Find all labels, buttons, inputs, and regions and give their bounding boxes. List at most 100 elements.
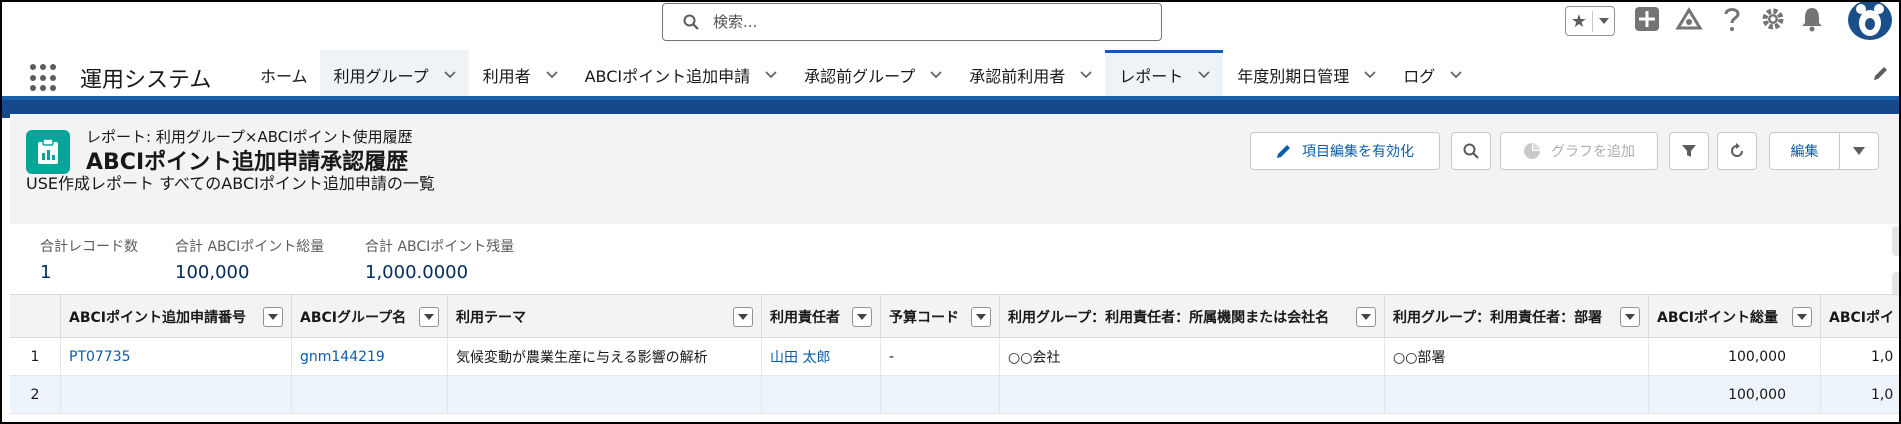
row-number: 2 — [30, 387, 40, 403]
column-label: ABCIポイント総量 — [1657, 310, 1778, 326]
summary-label: 合計レコード数 — [40, 239, 138, 255]
column-menu-icon[interactable] — [852, 307, 872, 327]
chevron-down-icon[interactable] — [545, 68, 559, 82]
column-label: 利用テーマ — [456, 310, 526, 326]
summary-value: 1,000.0000 — [365, 262, 469, 283]
edit-nav-pencil-icon[interactable] — [1872, 64, 1890, 82]
summary-remaining-points: 合計 ABCIポイント残量 1,000.0000 — [365, 236, 514, 283]
tab-fiscal-deadlines[interactable]: 年度別期日管理 — [1223, 50, 1389, 96]
chevron-down-icon[interactable] — [929, 68, 943, 82]
table-cell: - — [880, 338, 999, 376]
group-name-link[interactable]: gnm144219 — [291, 338, 447, 376]
report-table: ABCIポイント追加申請番号 ABCIグループ名 利用テーマ 利用責任者 予算コ… — [10, 294, 1901, 424]
report-header: レポート: 利用グループ×ABCIポイント使用履歴 ABCIポイント追加申請承認… — [10, 114, 1901, 224]
owner-link[interactable]: 山田 太郎 — [761, 338, 880, 376]
table-cell: 100,000 — [1648, 338, 1820, 376]
enable-field-edit-button[interactable]: 項目編集を有効化 — [1250, 132, 1440, 170]
table-cell — [880, 376, 999, 414]
search-icon — [1463, 143, 1479, 159]
report-icon — [26, 130, 70, 174]
column-menu-icon[interactable] — [1792, 307, 1812, 327]
tab-users[interactable]: 利用者 — [469, 50, 571, 96]
search-icon — [683, 14, 699, 30]
column-header[interactable]: ABCIグループ名 — [291, 295, 447, 339]
global-header: ★ — [0, 0, 1901, 50]
tab-label: 承認前利用者 — [969, 66, 1066, 86]
search-report-button[interactable] — [1451, 132, 1491, 170]
column-label: 利用責任者 — [770, 310, 840, 326]
report-page: レポート: 利用グループ×ABCIポイント使用履歴 ABCIポイント追加申請承認… — [10, 114, 1901, 424]
summary-value: 1 — [40, 262, 52, 283]
tab-logs[interactable]: ログ — [1389, 50, 1475, 96]
column-header[interactable]: 利用責任者 — [761, 295, 880, 339]
chevron-down-icon[interactable] — [443, 68, 457, 82]
tab-user-groups[interactable]: 利用グループ — [319, 50, 469, 96]
chevron-down-icon[interactable] — [1449, 68, 1463, 82]
app-launcher-icon[interactable] — [30, 64, 58, 92]
edit-button[interactable]: 編集 — [1769, 132, 1840, 170]
tab-home[interactable]: ホーム — [246, 50, 320, 96]
star-icon[interactable]: ★ — [1566, 10, 1593, 32]
table-cell: ○○部署 — [1384, 338, 1648, 376]
table-row[interactable]: 1 PT07735 gnm144219 気候変動が農業生産に与える影響の解析 山… — [10, 338, 1901, 376]
chevron-down-icon[interactable] — [1197, 68, 1211, 82]
chevron-down-icon[interactable] — [1363, 68, 1377, 82]
report-summary: 合計レコード数 1 合計 ABCIポイント総量 100,000 合計 ABCIポ… — [10, 224, 1901, 294]
summary-value: 100,000 — [175, 262, 250, 283]
column-menu-icon[interactable] — [419, 307, 439, 327]
column-header[interactable]: 利用グループ：利用責任者：所属機関または会社名 — [999, 295, 1384, 339]
column-label: ABCIグループ名 — [300, 310, 407, 326]
column-header[interactable]: ABCIポイント追加申請番号 — [60, 295, 291, 339]
tab-label: レポート — [1119, 66, 1184, 86]
tab-reports[interactable]: レポート — [1105, 50, 1224, 96]
help-button[interactable] — [1722, 6, 1742, 32]
tab-label: 承認前グループ — [804, 66, 916, 86]
nav-tabs: ホーム 利用グループ 利用者 ABCIポイント追加申請 承認前グループ 承認前利… — [246, 50, 1475, 96]
trailhead-button[interactable] — [1675, 6, 1703, 32]
column-menu-icon[interactable] — [971, 307, 991, 327]
clipboard-icon — [38, 138, 58, 164]
tab-abci-point-requests[interactable]: ABCIポイント追加申請 — [571, 50, 791, 96]
column-menu-icon[interactable] — [263, 307, 283, 327]
chart-icon — [1524, 143, 1540, 159]
button-label: 編集 — [1790, 144, 1819, 160]
column-header[interactable]: 利用テーマ — [447, 295, 761, 339]
setup-button[interactable] — [1760, 6, 1786, 32]
chevron-down-icon[interactable] — [764, 68, 778, 82]
favorites-dropdown[interactable] — [1593, 18, 1614, 24]
column-menu-icon[interactable] — [733, 307, 753, 327]
column-header[interactable]: 利用グループ：利用責任者：部署 — [1384, 295, 1648, 339]
chevron-down-icon[interactable] — [1079, 68, 1093, 82]
bell-icon — [1802, 8, 1822, 32]
button-label: グラフを追加 — [1551, 144, 1635, 160]
table-cell: ○○会社 — [999, 338, 1384, 376]
table-cell: 1,0 — [1820, 338, 1901, 376]
refresh-button[interactable] — [1717, 132, 1757, 170]
column-header[interactable]: 予算コード — [880, 295, 999, 339]
side-panel-handle[interactable] — [1892, 226, 1901, 256]
filter-button[interactable] — [1669, 132, 1709, 170]
refresh-icon — [1731, 143, 1743, 157]
column-header[interactable]: ABCIポイ — [1820, 295, 1901, 339]
add-chart-button[interactable]: グラフを追加 — [1500, 132, 1658, 170]
column-menu-icon[interactable] — [1620, 307, 1640, 327]
request-number-link[interactable]: PT07735 — [60, 338, 291, 376]
edit-menu-button[interactable] — [1839, 132, 1879, 170]
table-row[interactable]: 2 100,000 1,0 — [10, 376, 1901, 414]
gear-icon — [1762, 8, 1784, 30]
avatar-icon — [1856, 4, 1884, 36]
favorites-button[interactable]: ★ — [1565, 6, 1615, 36]
tab-pending-groups[interactable]: 承認前グループ — [790, 50, 955, 96]
column-menu-icon[interactable] — [1356, 307, 1376, 327]
app-navigation: 運用システム ホーム 利用グループ 利用者 ABCIポイント追加申請 承認前グル… — [0, 50, 1901, 100]
search-input[interactable] — [713, 13, 1113, 31]
global-search[interactable] — [662, 3, 1162, 41]
table-cell: 気候変動が農業生産に与える影響の解析 — [447, 338, 761, 376]
tab-label: 年度別期日管理 — [1237, 66, 1350, 86]
global-actions-button[interactable] — [1634, 6, 1660, 32]
user-avatar[interactable] — [1848, 0, 1892, 40]
summary-total-points: 合計 ABCIポイント総量 100,000 — [175, 236, 324, 283]
column-header[interactable]: ABCIポイント総量 — [1648, 295, 1820, 339]
tab-pending-users[interactable]: 承認前利用者 — [955, 50, 1105, 96]
notifications-button[interactable] — [1800, 6, 1824, 32]
